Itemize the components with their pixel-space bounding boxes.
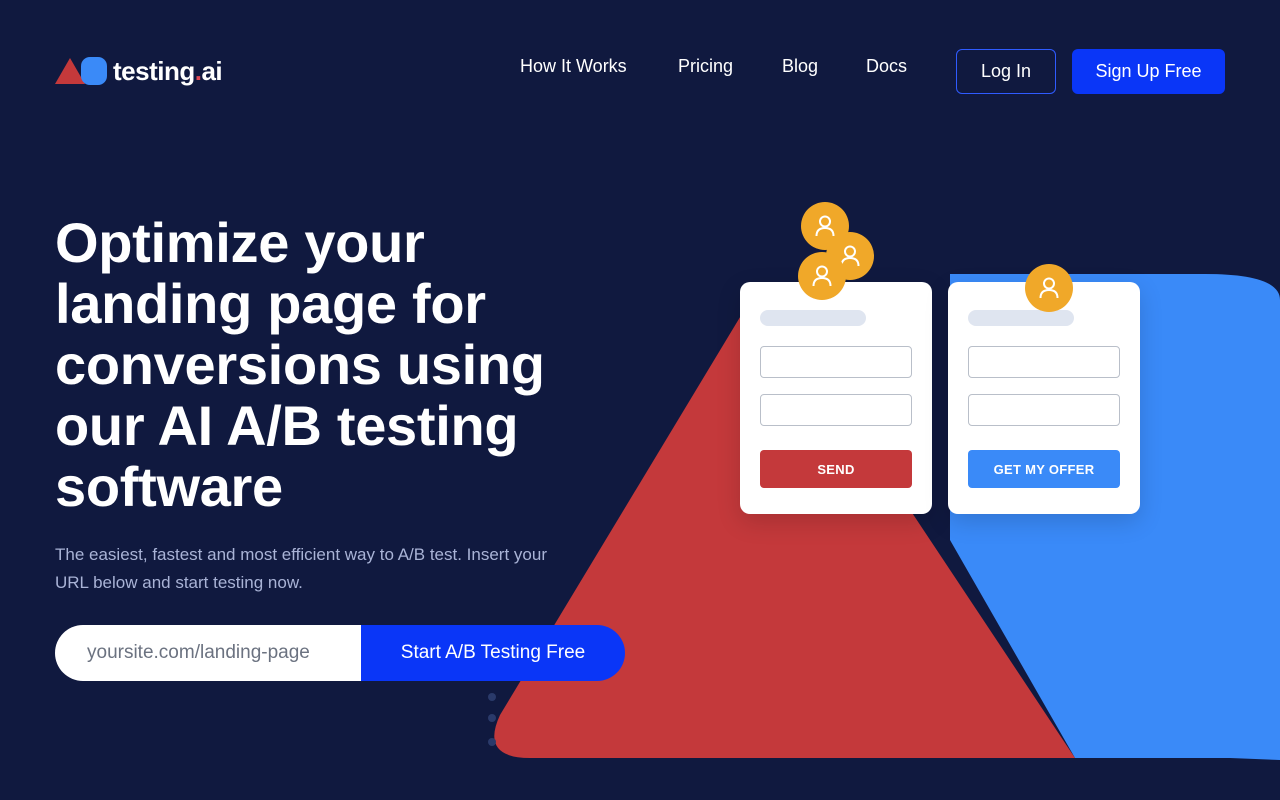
signup-button[interactable]: Sign Up Free [1072, 49, 1225, 94]
logo-name: testing [113, 55, 195, 86]
logo-link[interactable]: testing.ai [55, 55, 223, 87]
nav-docs[interactable]: Docs [866, 56, 916, 77]
url-form: Start A/B Testing Free [55, 625, 625, 681]
hero-title: Optimize your landing page for conversio… [55, 211, 545, 518]
user-icon [812, 265, 832, 287]
url-input[interactable] [55, 625, 361, 681]
variant-a-card: SEND [740, 282, 932, 514]
form-field [760, 394, 912, 426]
user-icon [1039, 277, 1059, 299]
user-avatar-icon [1025, 264, 1073, 312]
decor-dot [488, 714, 496, 722]
user-avatar-icon [798, 252, 846, 300]
decor-dot [488, 693, 496, 701]
start-testing-button[interactable]: Start A/B Testing Free [361, 625, 625, 681]
form-field [968, 346, 1120, 378]
logo-text: testing.ai [113, 55, 223, 87]
card-heading-placeholder [968, 310, 1074, 326]
card-heading-placeholder [760, 310, 866, 326]
form-field [760, 346, 912, 378]
landing-page: SEND GET MY OFFER testing.ai How It Work… [0, 0, 1280, 800]
ab-logo-icon [55, 57, 107, 85]
user-icon [815, 215, 835, 237]
login-button[interactable]: Log In [956, 49, 1056, 94]
decor-dot [488, 738, 496, 746]
nav-how-it-works[interactable]: How It Works [520, 56, 640, 77]
get-my-offer-button: GET MY OFFER [968, 450, 1120, 488]
form-field [968, 394, 1120, 426]
variant-b-card: GET MY OFFER [948, 282, 1140, 514]
nav-blog[interactable]: Blog [782, 56, 832, 77]
hero-subtitle: The easiest, fastest and most efficient … [55, 545, 547, 592]
send-button: SEND [760, 450, 912, 488]
nav-pricing[interactable]: Pricing [678, 56, 748, 77]
logo-tld: ai [201, 55, 223, 86]
